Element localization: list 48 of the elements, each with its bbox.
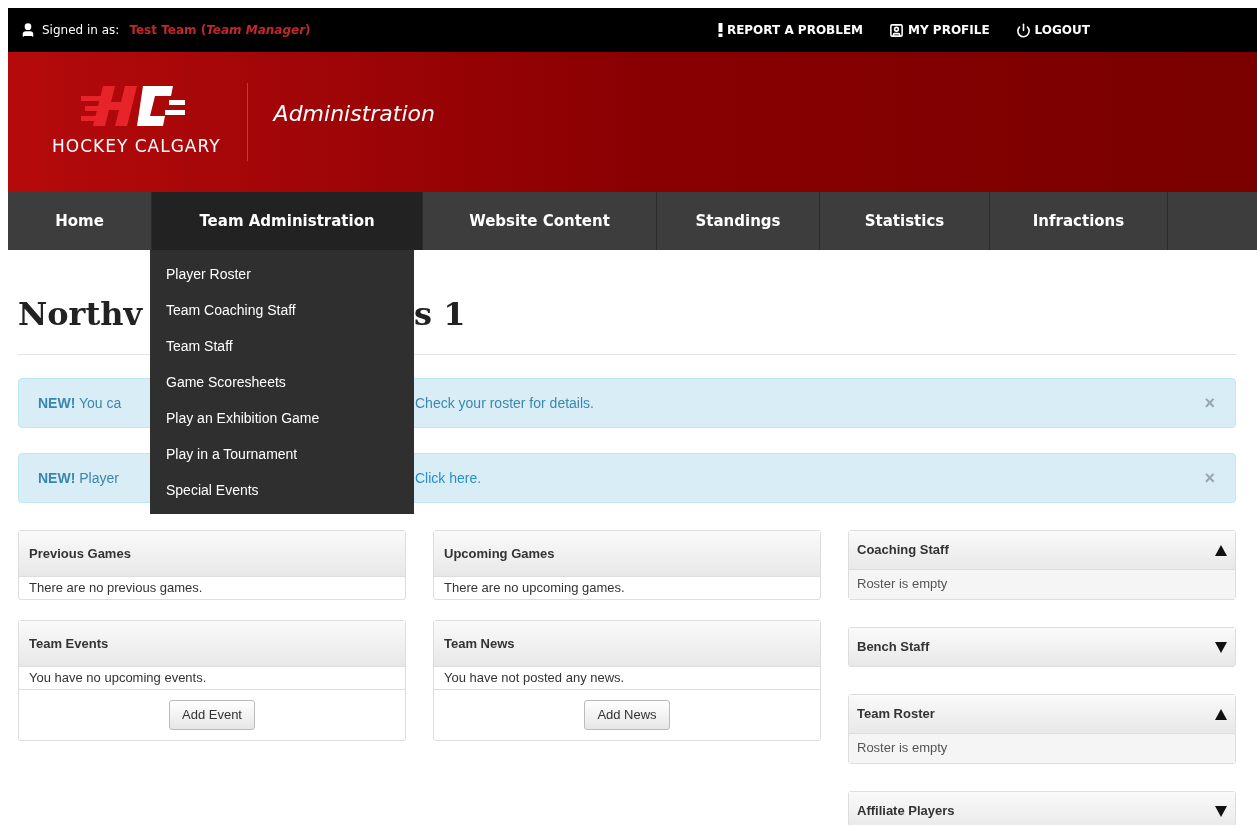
panel-title: Previous Games: [29, 544, 131, 563]
panel-title: Coaching Staff: [857, 541, 949, 560]
panel-message: There are no upcoming games.: [444, 579, 625, 598]
expand-triangle-icon[interactable]: [1215, 641, 1227, 653]
alert-text: NEW! You ca: [38, 393, 122, 413]
panel-title: Team Roster: [857, 705, 935, 724]
user-name: Test Team (Team Manager): [129, 22, 311, 39]
sidebar-panel-header[interactable]: Coaching Staff: [849, 531, 1235, 569]
profile-icon: [889, 22, 905, 38]
add-button[interactable]: Add News: [584, 700, 670, 730]
nav-tab[interactable]: Team Administration: [152, 192, 423, 250]
top-link[interactable]: LOGOUT: [1015, 21, 1090, 39]
panel-title: Team Events: [29, 634, 109, 653]
panel-title: Team News: [444, 634, 515, 653]
dropdown-item[interactable]: Play an Exhibition Game: [166, 400, 414, 436]
panel-message: Roster is empty: [857, 575, 948, 593]
power-icon: [1015, 22, 1031, 38]
dropdown-item[interactable]: Special Events: [166, 472, 414, 508]
user-icon: [20, 22, 36, 38]
sidebar-panel-header[interactable]: Bench Staff: [849, 628, 1235, 666]
expand-triangle-icon[interactable]: [1215, 805, 1227, 817]
sidebar-panel-header[interactable]: Team Roster: [849, 695, 1235, 733]
panel-title: Upcoming Games: [444, 544, 555, 563]
dropdown-item[interactable]: Team Staff: [166, 328, 414, 364]
dropdown-item[interactable]: Player Roster: [166, 256, 414, 292]
alert-text: Check your roster for details.: [415, 393, 594, 413]
panel-message: There are no previous games.: [29, 579, 203, 598]
panel-message: You have not posted any news.: [444, 669, 625, 688]
exclamation-icon: [717, 23, 723, 37]
dropdown-item[interactable]: Game Scoresheets: [166, 364, 414, 400]
panel-message: You have no upcoming events.: [29, 669, 207, 688]
sidebar-panel-header[interactable]: Affiliate Players: [849, 792, 1235, 825]
alert-text: NEW! Player: [38, 468, 119, 488]
section-title: Administration: [273, 99, 435, 128]
panel-title: Affiliate Players: [857, 802, 955, 821]
brand-name: HOCKEY CALGARY: [52, 135, 221, 159]
dropdown-item[interactable]: Play in a Tournament: [166, 436, 414, 472]
collapse-triangle-icon[interactable]: [1215, 544, 1227, 556]
dropdown-item[interactable]: Team Coaching Staff: [166, 292, 414, 328]
panel-message: Roster is empty: [857, 739, 948, 757]
top-link[interactable]: MY PROFILE: [889, 21, 990, 39]
top-link[interactable]: REPORT A PROBLEM: [717, 21, 864, 39]
add-button[interactable]: Add Event: [169, 700, 255, 730]
page-heading: s 1: [414, 294, 466, 335]
page-heading: Northv: [18, 294, 143, 335]
collapse-triangle-icon[interactable]: [1215, 708, 1227, 720]
signed-in-label: Signed in as:: [42, 22, 120, 39]
panel-title: Bench Staff: [857, 638, 930, 657]
